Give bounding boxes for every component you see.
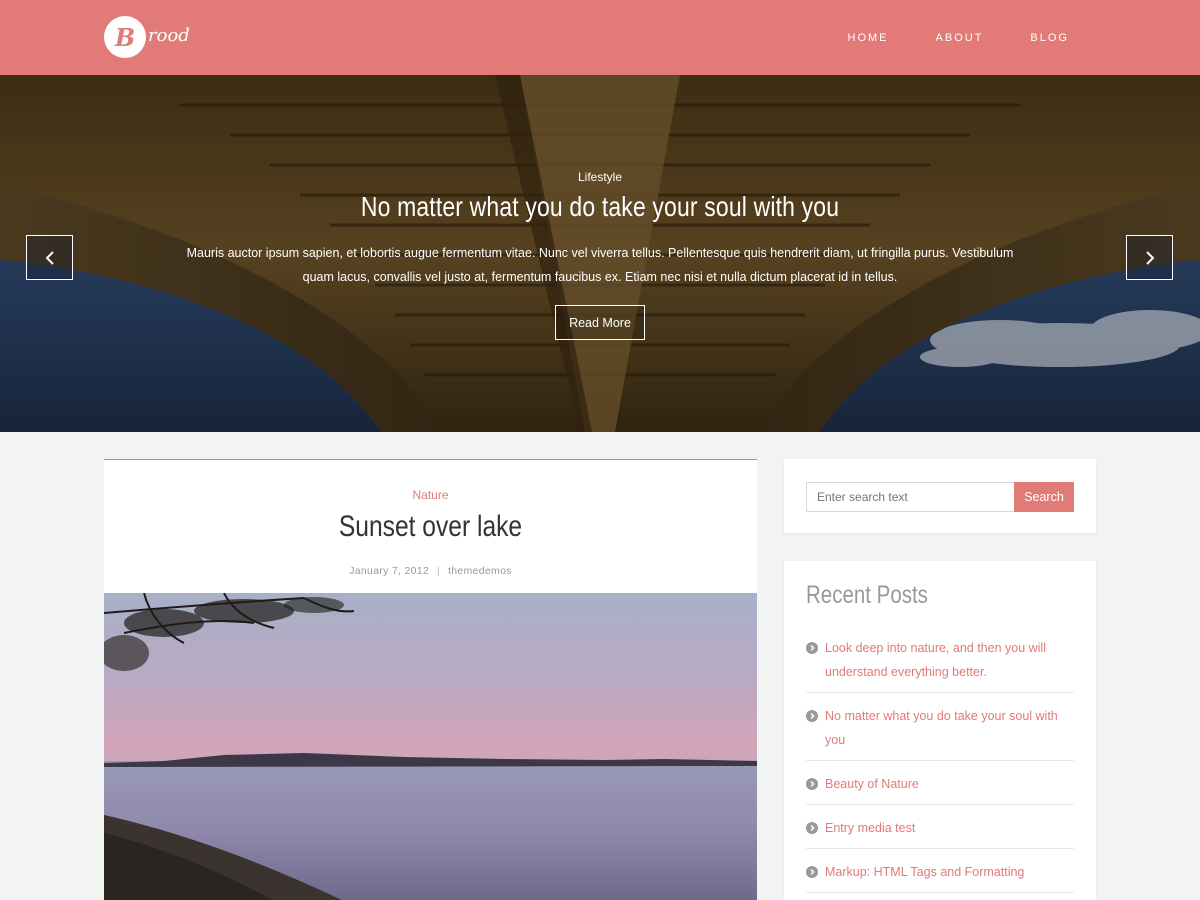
list-item: Entry media test: [806, 814, 1074, 849]
hero-category[interactable]: Lifestyle: [0, 170, 1200, 184]
recent-posts-title: Recent Posts: [806, 581, 928, 609]
arrow-circle-icon: [806, 860, 825, 884]
post-author[interactable]: themedemos: [448, 565, 512, 577]
recent-post-link[interactable]: Entry media test: [825, 816, 915, 840]
slider-prev-button[interactable]: [26, 235, 73, 280]
recent-posts-list: Look deep into nature, and then you will…: [806, 634, 1074, 900]
list-item: Look deep into nature, and then you will…: [806, 634, 1074, 693]
list-item: Beauty of Nature: [806, 770, 1074, 805]
search-input[interactable]: [806, 482, 1015, 512]
read-more-button[interactable]: Read More: [555, 305, 645, 340]
post-title[interactable]: Sunset over lake: [163, 510, 698, 544]
site-header: B rood HOME ABOUT BLOG: [0, 0, 1200, 75]
meta-separator: |: [437, 565, 441, 577]
list-item: Markup: HTML Tags and Formatting: [806, 858, 1074, 893]
recent-post-link[interactable]: No matter what you do take your soul wit…: [825, 704, 1074, 752]
chevron-left-icon: [45, 250, 54, 265]
nav-blog[interactable]: BLOG: [1030, 32, 1069, 44]
search-widget: Search: [784, 459, 1096, 533]
post-featured-image[interactable]: [104, 593, 757, 900]
arrow-circle-icon: [806, 704, 825, 752]
logo-text: rood: [148, 24, 190, 46]
recent-post-link[interactable]: Markup: HTML Tags and Formatting: [825, 860, 1024, 884]
hero-slider: Lifestyle No matter what you do take you…: [0, 75, 1200, 432]
arrow-circle-icon: [806, 772, 825, 796]
search-button[interactable]: Search: [1014, 482, 1074, 512]
post-meta: January 7, 2012 | themedemos: [104, 565, 757, 577]
site-logo[interactable]: B rood: [104, 16, 190, 58]
hero-content: Lifestyle No matter what you do take you…: [0, 75, 1200, 432]
arrow-circle-icon: [806, 636, 825, 684]
main-nav: HOME ABOUT BLOG: [848, 0, 1069, 75]
arrow-circle-icon: [806, 816, 825, 840]
list-item: No matter what you do take your soul wit…: [806, 702, 1074, 761]
post-card: Nature Sunset over lake January 7, 2012 |…: [104, 459, 757, 900]
logo-circle: B: [104, 16, 146, 58]
chevron-right-icon: [1145, 250, 1154, 265]
hero-title[interactable]: No matter what you do take your soul wit…: [108, 191, 1092, 223]
post-date[interactable]: January 7, 2012: [349, 565, 429, 577]
recent-posts-widget: Recent Posts Look deep into nature, and …: [784, 561, 1096, 900]
hero-excerpt: Mauris auctor ipsum sapien, et lobortis …: [186, 246, 1014, 284]
recent-post-link[interactable]: Beauty of Nature: [825, 772, 919, 796]
post-category[interactable]: Nature: [104, 488, 757, 502]
nav-about[interactable]: ABOUT: [936, 32, 984, 44]
slider-next-button[interactable]: [1126, 235, 1173, 280]
recent-post-link[interactable]: Look deep into nature, and then you will…: [825, 636, 1074, 684]
nav-home[interactable]: HOME: [848, 32, 889, 44]
